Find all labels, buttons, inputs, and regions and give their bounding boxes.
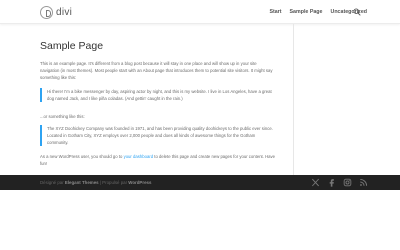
page-background (0, 190, 400, 250)
page-title: Sample Page (40, 40, 104, 52)
main-content: Sample Page This is an example page. It'… (40, 24, 293, 175)
x-icon[interactable] (311, 178, 320, 187)
dashboard-link[interactable]: your dashboard (124, 154, 154, 159)
nav-item-sample-page[interactable]: Sample Page (290, 9, 323, 15)
rss-icon[interactable] (359, 178, 368, 187)
designed-by-prefix: Désigné par (40, 180, 65, 185)
intro-paragraph: This is an example page. It's different … (40, 61, 273, 80)
site-name: divi (56, 6, 73, 18)
nav-item-start[interactable]: Start (269, 9, 281, 15)
instagram-icon[interactable] (343, 178, 352, 187)
search-icon[interactable] (353, 8, 361, 16)
site-footer: Désigné par Elegant Themes | Propulsé pa… (0, 175, 400, 190)
powered-by-prefix: Propulsé par (102, 180, 129, 185)
nav-item-uncategorized[interactable]: Uncategorized (331, 9, 368, 15)
site-logo[interactable]: divi (40, 5, 72, 19)
outro-prefix: As a new WordPress user, you should go t… (40, 154, 124, 159)
footer-credits: Désigné par Elegant Themes | Propulsé pa… (40, 180, 151, 185)
sidebar-divider (293, 24, 294, 175)
blockquote-company: The XYZ Doohickey Company was founded in… (40, 125, 276, 146)
outro-paragraph: As a new WordPress user, you should go t… (40, 153, 276, 167)
social-icons (311, 178, 368, 187)
blockquote-company-text: The XYZ Doohickey Company was founded in… (47, 126, 273, 145)
elegant-themes-link[interactable]: Elegant Themes (65, 180, 99, 185)
facebook-icon[interactable] (327, 178, 336, 187)
wordpress-link[interactable]: WordPress (128, 180, 151, 185)
blockquote-personal-text: Hi there! I'm a bike messenger by day, a… (47, 89, 272, 101)
divi-logo-icon (40, 5, 53, 19)
or-paragraph: ...or something like this: (40, 114, 85, 119)
blockquote-personal: Hi there! I'm a bike messenger by day, a… (40, 88, 276, 102)
site-header: divi Start Sample Page Uncategorized (0, 0, 400, 24)
